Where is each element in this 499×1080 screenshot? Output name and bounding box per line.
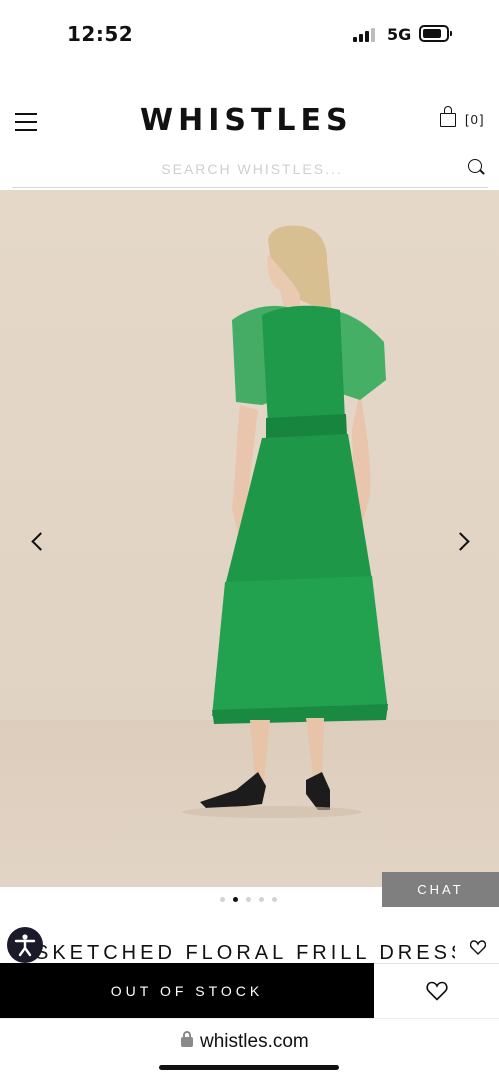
lock-icon	[181, 1031, 193, 1047]
previous-image-arrow-icon[interactable]	[22, 527, 52, 557]
add-to-wishlist-button[interactable]	[374, 963, 499, 1018]
url-text: whistles.com	[200, 1031, 309, 1052]
shopping-bag-button[interactable]: [0]	[440, 106, 490, 132]
model-photo	[182, 225, 388, 818]
search-icon[interactable]	[468, 159, 482, 173]
carousel-dot-active[interactable]	[233, 897, 238, 902]
hamburger-menu-icon[interactable]	[15, 113, 37, 132]
bag-count: [0]	[465, 112, 486, 127]
next-image-arrow-icon[interactable]	[448, 527, 478, 557]
out-of-stock-button[interactable]: OUT OF STOCK	[0, 963, 374, 1018]
brand-logo[interactable]: WHISTLES	[140, 103, 353, 138]
home-indicator[interactable]	[159, 1065, 339, 1070]
carousel-dot[interactable]	[220, 897, 225, 902]
chat-button[interactable]: CHAT	[382, 872, 499, 907]
browser-url-bar[interactable]: whistles.com	[0, 1018, 499, 1080]
signal-icon	[353, 27, 379, 42]
status-time: 12:52	[67, 22, 134, 46]
search-bar	[12, 152, 488, 188]
carousel-dot[interactable]	[272, 897, 277, 902]
accessibility-icon[interactable]	[7, 927, 43, 963]
carousel-dot[interactable]	[259, 897, 264, 902]
product-image-gallery[interactable]	[0, 190, 499, 887]
heart-icon	[425, 981, 448, 1001]
carousel-dots	[220, 897, 277, 905]
bag-icon	[440, 106, 456, 127]
status-bar: 12:52 5G	[0, 0, 499, 70]
product-title: SKETCHED FLORAL FRILL DRESS	[35, 942, 455, 964]
site-header: WHISTLES [0]	[0, 95, 499, 150]
battery-icon	[419, 25, 452, 42]
carousel-dot[interactable]	[246, 897, 251, 902]
network-label: 5G	[387, 25, 412, 44]
search-input[interactable]	[12, 152, 452, 186]
wishlist-heart-icon[interactable]	[469, 940, 490, 960]
